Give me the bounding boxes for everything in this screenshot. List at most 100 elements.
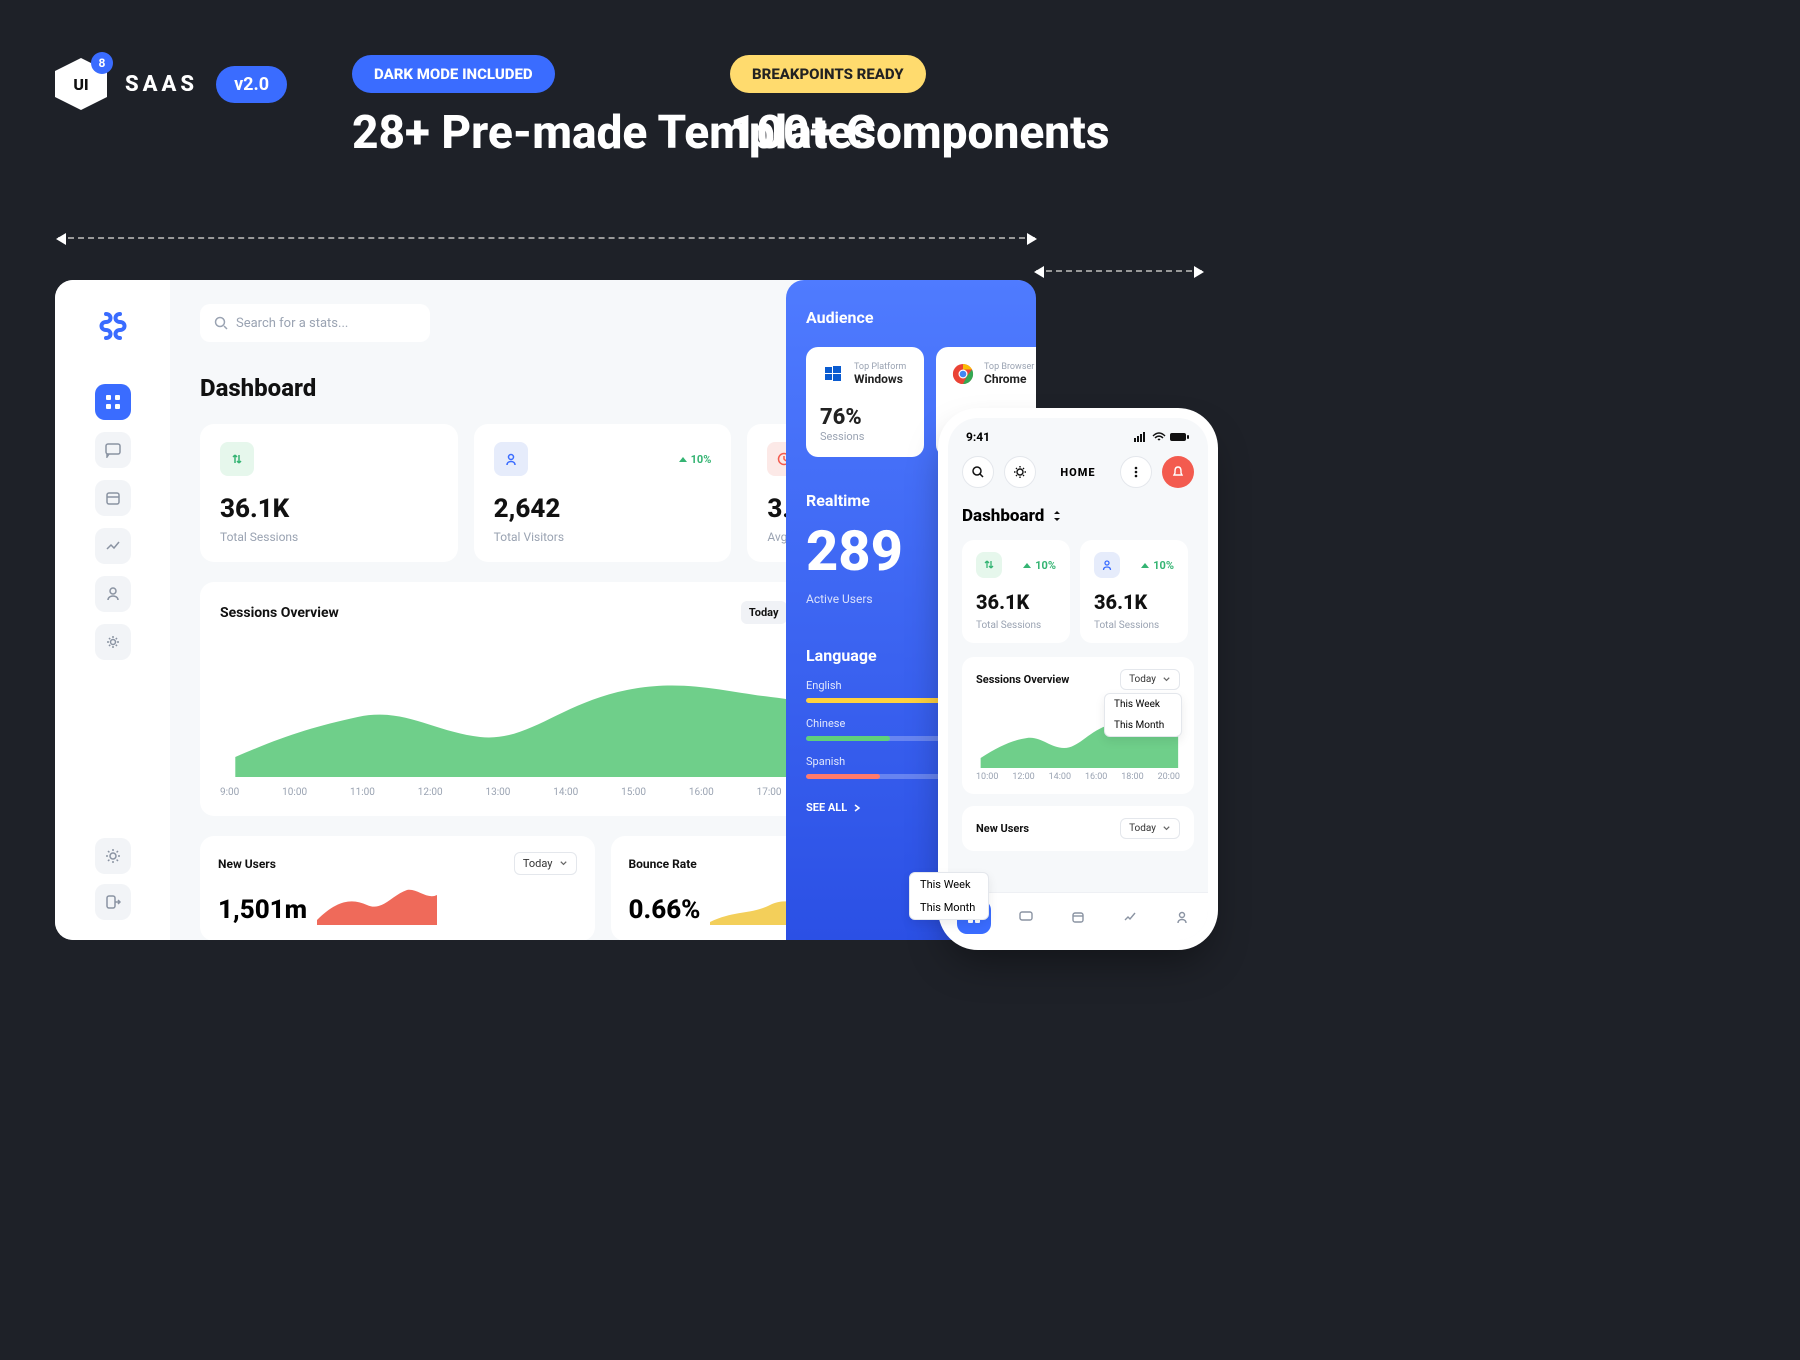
stat-label: Total Sessions — [220, 530, 438, 544]
user-icon — [105, 586, 121, 602]
logout-icon — [105, 894, 121, 910]
user-icon — [494, 442, 528, 476]
gear-icon — [105, 634, 121, 650]
mobile-search-button[interactable] — [962, 456, 994, 488]
bounce-value: 0.66% — [629, 895, 701, 925]
trend-icon — [1123, 910, 1137, 924]
search-input[interactable]: Search for a stats... — [200, 304, 430, 342]
breakpoint-indicator — [58, 237, 1035, 239]
logout-button[interactable] — [95, 884, 131, 920]
dropdown-option[interactable]: This Week — [910, 873, 988, 896]
app-logo — [95, 308, 131, 344]
tab-today[interactable]: Today — [741, 601, 787, 624]
logo-badge: 8 — [91, 52, 113, 74]
theme-toggle[interactable] — [95, 838, 131, 874]
mobile-page-label: HOME — [1060, 466, 1095, 479]
sun-icon — [105, 848, 121, 864]
mobile-stat-card: 10% 36.1K Total Sessions — [1080, 540, 1188, 643]
stat-card-visitors: 10% 2,642 Total Visitors — [474, 424, 732, 562]
calendar-icon — [105, 490, 121, 506]
panel-title: New Users — [976, 822, 1029, 835]
stat-label: Total Sessions — [1094, 620, 1174, 631]
grid-icon — [105, 394, 121, 410]
ui8-logo: UI 8 — [55, 58, 107, 110]
battery-icon — [1170, 432, 1190, 442]
stat-label: Total Sessions — [976, 620, 1056, 631]
user-icon — [1094, 552, 1120, 578]
mobile-newusers-panel: New Users Today — [962, 806, 1194, 851]
sidebar — [55, 280, 170, 940]
user-icon — [1175, 910, 1189, 924]
tab-calendar[interactable] — [1061, 900, 1095, 934]
panel-title: Sessions Overview — [220, 605, 339, 621]
card-value: 76% — [820, 405, 910, 430]
more-vertical-icon — [1129, 465, 1143, 479]
nav-messages[interactable] — [95, 432, 131, 468]
chevron-right-icon — [853, 804, 861, 812]
dropdown-option[interactable]: This Month — [910, 896, 988, 919]
chevron-down-icon — [559, 859, 568, 868]
nav-calendar[interactable] — [95, 480, 131, 516]
mobile-page-title[interactable]: Dashboard — [962, 506, 1194, 526]
mobile-sessions-panel: Sessions Overview Today This Week This M… — [962, 657, 1194, 794]
mobile-notifications[interactable] — [1162, 456, 1194, 488]
nav-analytics[interactable] — [95, 528, 131, 564]
windows-icon — [820, 361, 846, 387]
transfer-icon — [976, 552, 1002, 578]
panel-title: Bounce Rate — [629, 857, 697, 871]
dropdown-option[interactable]: This Month — [1105, 715, 1181, 736]
panel-title: New Users — [218, 857, 276, 871]
bell-icon — [1171, 465, 1185, 479]
nav-dashboard[interactable] — [95, 384, 131, 420]
stat-change: 10% — [1023, 559, 1056, 572]
tab-analytics[interactable] — [1113, 900, 1147, 934]
wifi-icon — [1152, 432, 1166, 442]
sort-icon — [1052, 510, 1062, 522]
stat-value: 36.1K — [1094, 590, 1174, 614]
search-icon — [971, 465, 985, 479]
platform-card: Top PlatformWindows 76% Sessions — [806, 347, 924, 457]
card-label: Top Platform — [854, 362, 906, 372]
stat-value: 36.1K — [976, 590, 1056, 614]
breakpoint-indicator — [1036, 270, 1202, 272]
period-dropdown[interactable]: This Week This Month — [909, 872, 989, 920]
stat-change: 10% — [679, 453, 712, 466]
mobile-preview: 9:41 HOME Dashboard 10% 36.1K Total Sess… — [948, 418, 1208, 940]
chat-icon — [1019, 910, 1033, 924]
card-label: Top Browser — [984, 362, 1034, 372]
headline-components: 100+ Components — [730, 107, 1109, 160]
tab-profile[interactable] — [1165, 900, 1199, 934]
stat-label: Total Visitors — [494, 530, 712, 544]
period-select[interactable]: Today — [1120, 669, 1180, 690]
search-icon — [214, 316, 228, 330]
card-name: Chrome — [984, 372, 1034, 386]
stat-change: 10% — [1141, 559, 1174, 572]
stat-value: 2,642 — [494, 494, 712, 524]
chevron-down-icon — [1162, 824, 1171, 833]
signal-icon — [1134, 432, 1148, 442]
card-name: Windows — [854, 372, 906, 386]
trend-icon — [105, 538, 121, 554]
version-pill: v2.0 — [216, 66, 287, 103]
mobile-theme-toggle[interactable] — [1004, 456, 1036, 488]
dark-mode-pill: DARK MODE INCLUDED — [352, 55, 555, 93]
calendar-icon — [1071, 910, 1085, 924]
mobile-stat-card: 10% 36.1K Total Sessions — [962, 540, 1070, 643]
tab-messages[interactable] — [1009, 900, 1043, 934]
card-sublabel: Sessions — [820, 430, 910, 443]
nav-users[interactable] — [95, 576, 131, 612]
dropdown-option[interactable]: This Week — [1105, 694, 1181, 715]
period-select[interactable]: Today — [1120, 818, 1180, 839]
new-users-sparkline — [317, 880, 437, 925]
chrome-icon — [950, 361, 976, 387]
nav-settings[interactable] — [95, 624, 131, 660]
transfer-icon — [220, 442, 254, 476]
new-users-value: 1,501m — [218, 895, 307, 925]
mobile-more-button[interactable] — [1120, 456, 1152, 488]
audience-title: Audience — [806, 308, 1016, 327]
period-select[interactable]: Today — [514, 852, 577, 875]
chat-icon — [105, 442, 121, 458]
period-dropdown[interactable]: This Week This Month — [1104, 693, 1182, 737]
search-placeholder: Search for a stats... — [236, 316, 348, 331]
status-time: 9:41 — [966, 430, 990, 444]
